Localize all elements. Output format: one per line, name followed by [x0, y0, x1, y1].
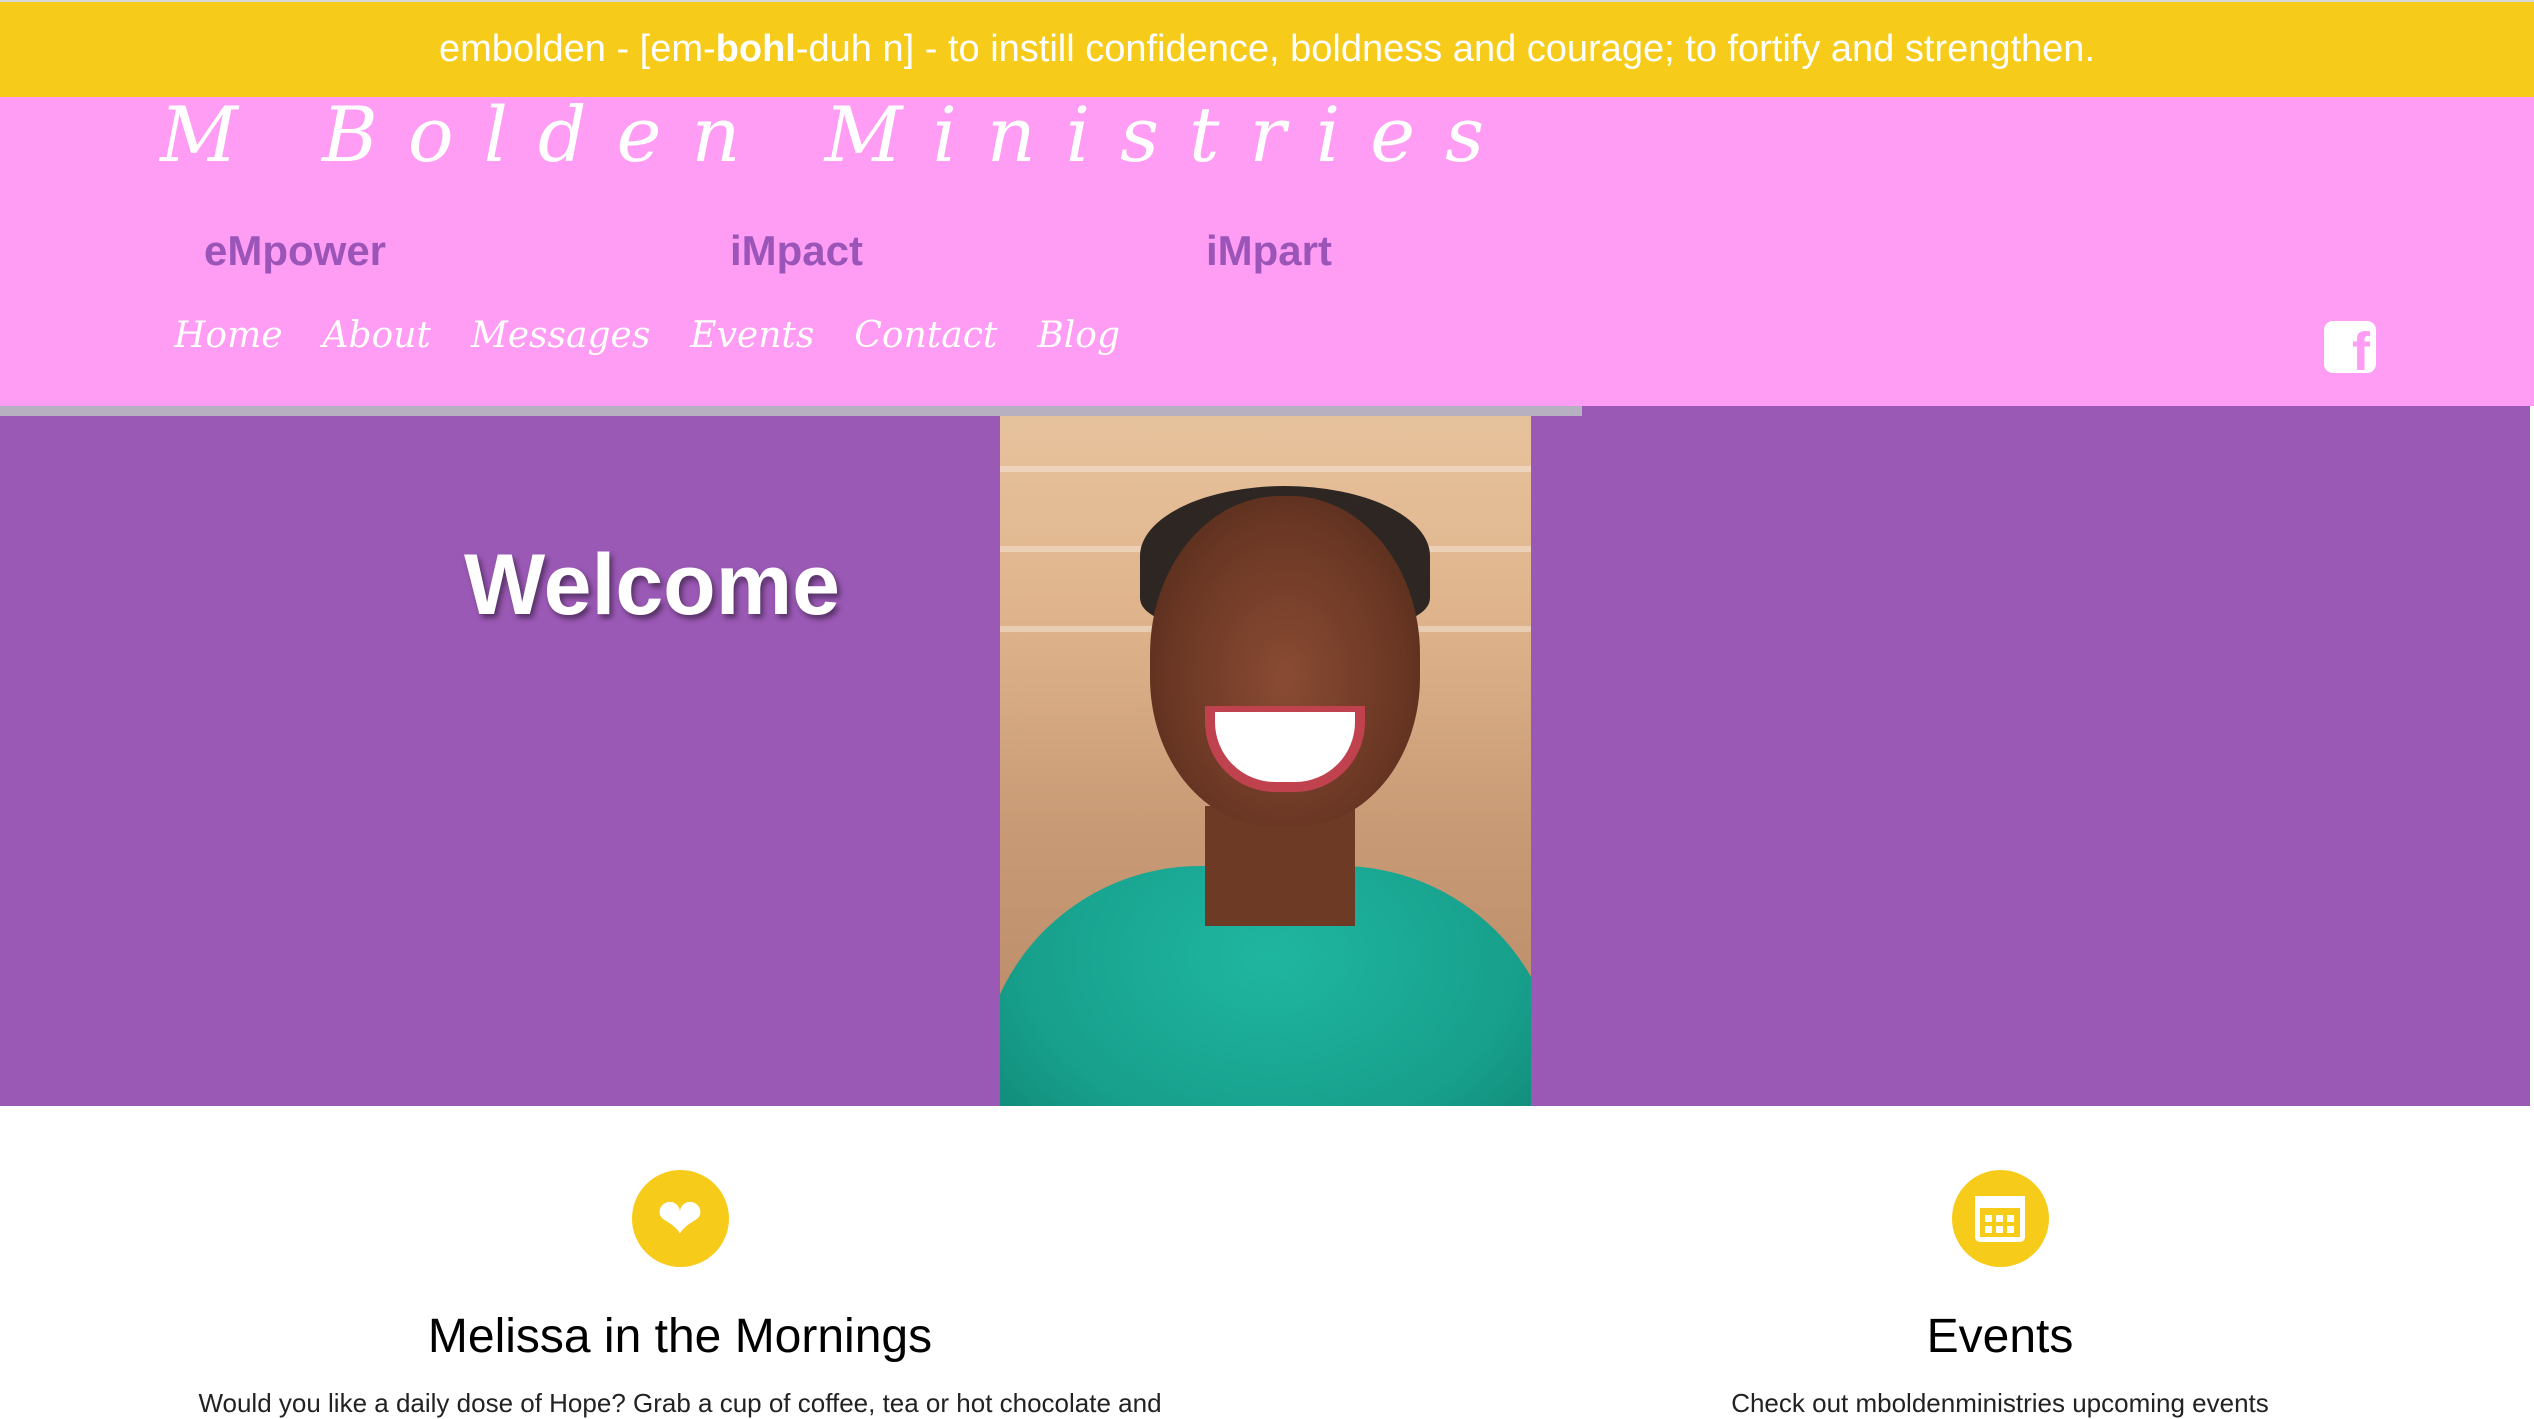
- card-events-text: Check out mboldenministries upcoming eve…: [1731, 1388, 2269, 1418]
- main-nav: Home About Messages Events Contact Blog: [174, 315, 1120, 356]
- card-mornings: ❤ Melissa in the Mornings Would you like…: [150, 1170, 1210, 1419]
- hero-section: Welcome: [0, 406, 2530, 1106]
- card-mornings-text: Would you like a daily dose of Hope? Gra…: [198, 1388, 1162, 1418]
- definition-banner: embolden - [em-bohl -duh n] - to instill …: [0, 0, 2534, 97]
- banner-suffix: -duh n] - to instill confidence, boldnes…: [795, 28, 2095, 70]
- nav-messages[interactable]: Messages: [471, 315, 650, 356]
- pillar-impart: iMpart: [1206, 227, 1332, 274]
- nav-home[interactable]: Home: [174, 315, 283, 356]
- nav-about[interactable]: About: [323, 315, 431, 356]
- pillars: eMpower iMpact iMpart: [0, 227, 1500, 287]
- site-logo-title[interactable]: M Bolden Ministries: [160, 97, 1514, 173]
- site-header: M Bolden Ministries eMpower iMpact iMpar…: [0, 97, 2534, 406]
- pillar-impact: iMpact: [730, 227, 864, 274]
- card-events-title[interactable]: Events: [1500, 1309, 2500, 1364]
- portrait-photo: [1000, 406, 1531, 1106]
- calendar-icon: [1951, 1170, 2049, 1267]
- welcome-heading: Welcome: [464, 537, 840, 633]
- card-mornings-title[interactable]: Melissa in the Mornings: [150, 1309, 1210, 1364]
- nav-contact[interactable]: Contact: [854, 315, 997, 356]
- facebook-icon[interactable]: f: [2324, 321, 2376, 379]
- header-divider: [0, 406, 1582, 416]
- card-events: Events Check out mboldenministries upcom…: [1500, 1170, 2500, 1419]
- nav-events[interactable]: Events: [690, 315, 814, 356]
- nav-blog[interactable]: Blog: [1037, 315, 1120, 356]
- pillar-empower: eMpower: [204, 227, 387, 274]
- heart-icon: ❤: [631, 1170, 729, 1267]
- banner-bold: bohl: [715, 28, 796, 70]
- banner-prefix: embolden - [em-: [439, 28, 716, 70]
